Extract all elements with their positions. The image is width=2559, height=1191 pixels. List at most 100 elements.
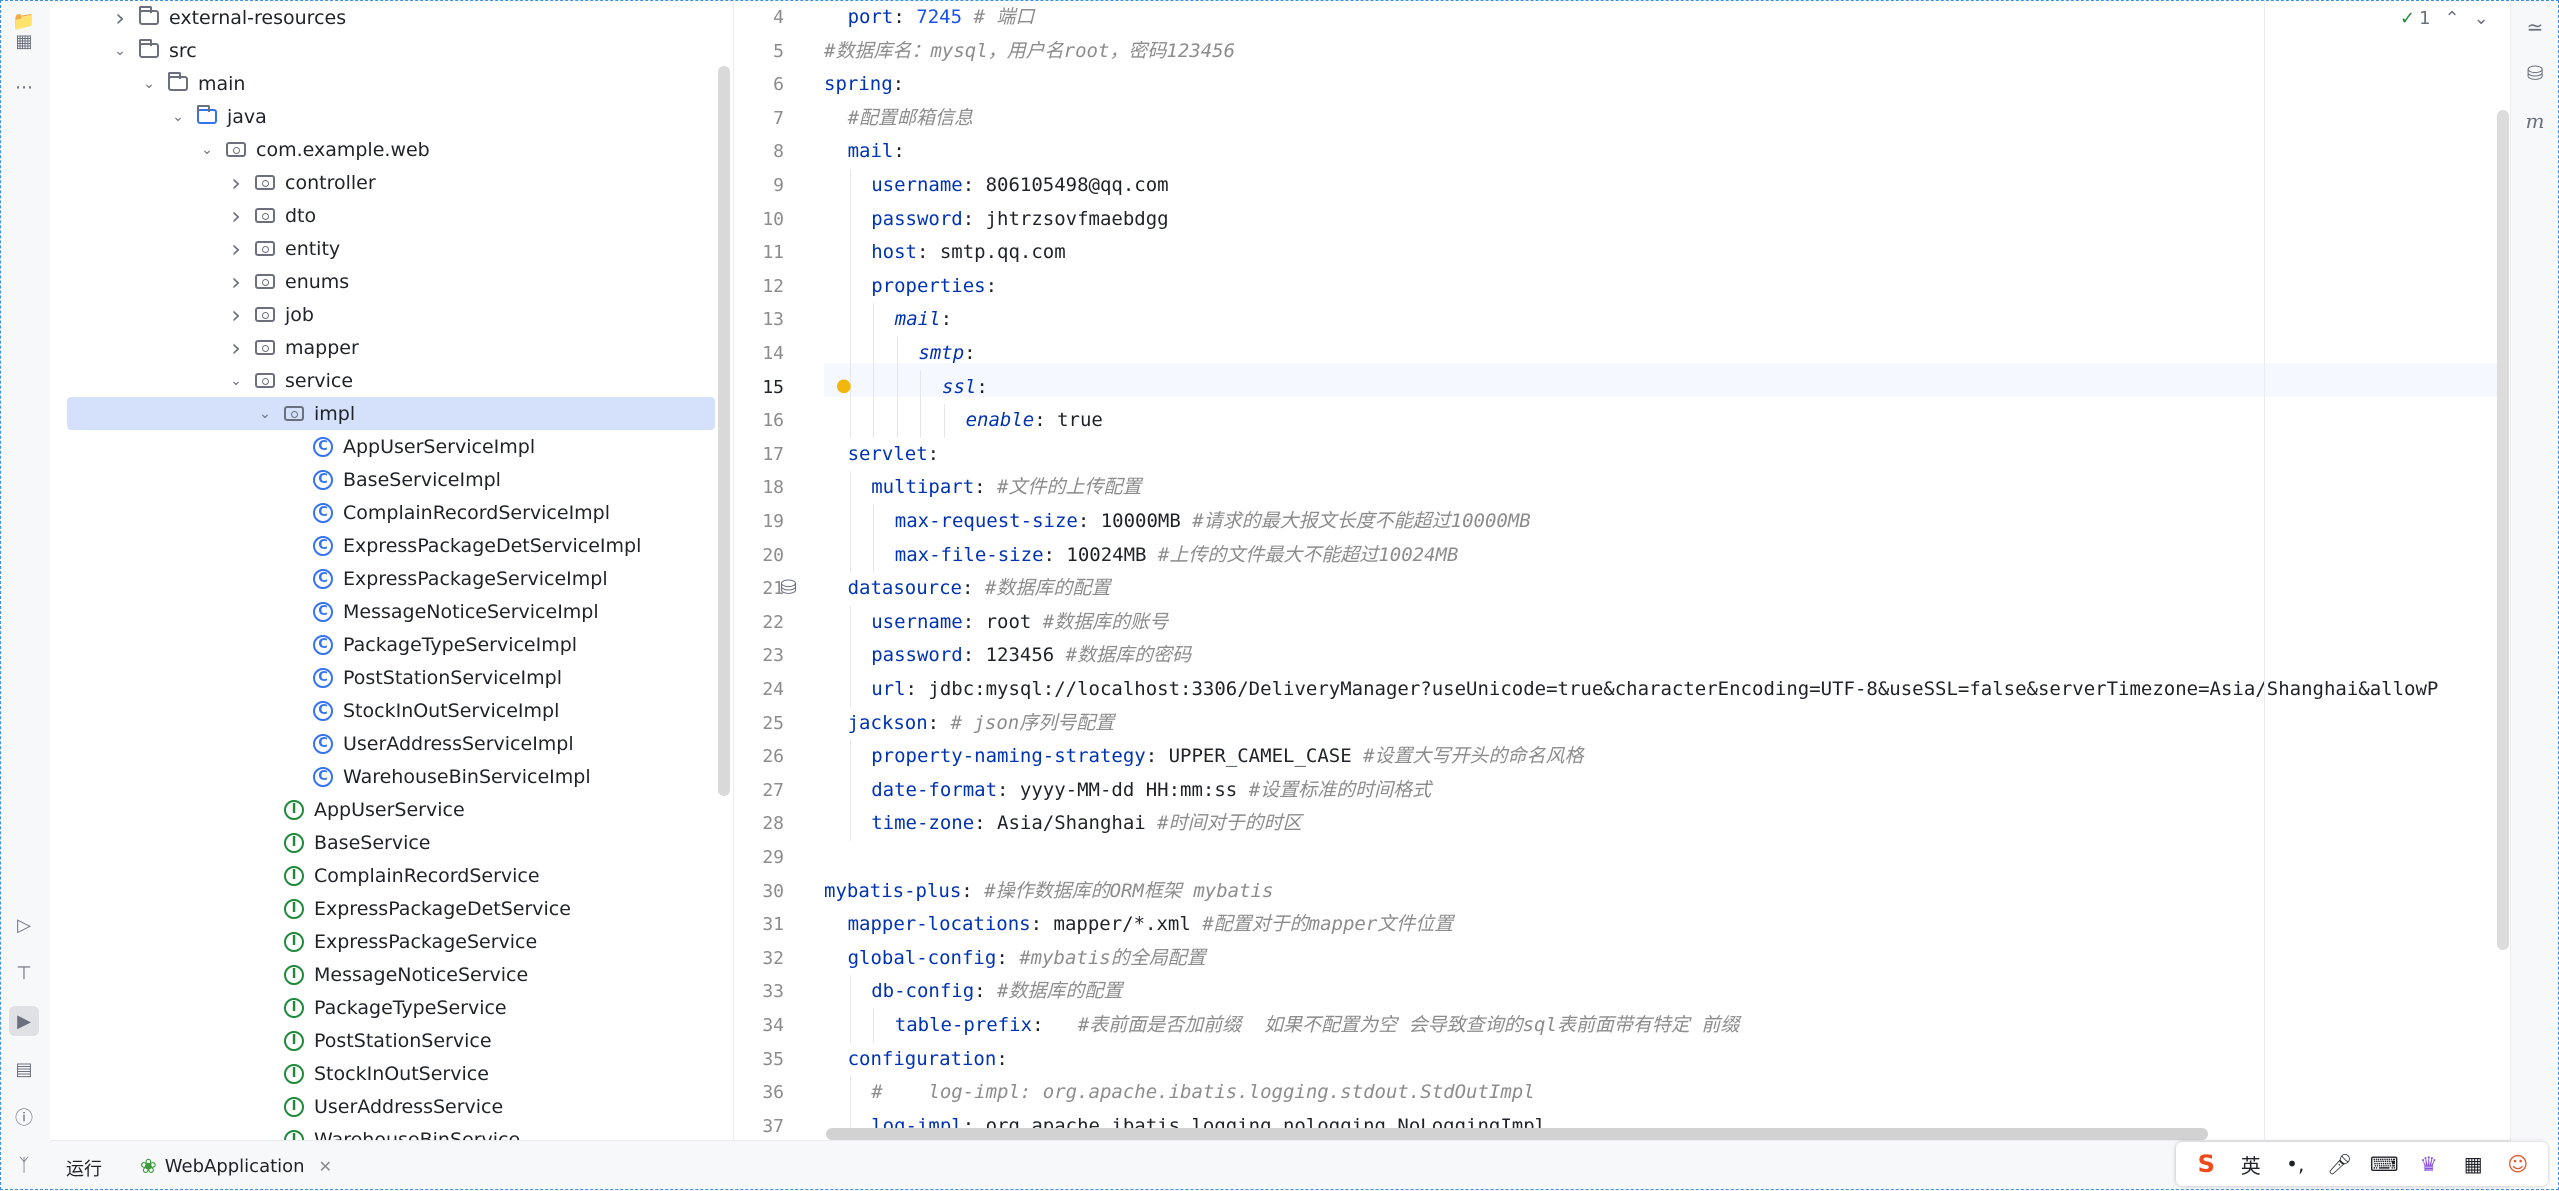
tree-node[interactable]: ⌄ impl xyxy=(67,397,715,430)
tree-node[interactable]: ⌄ service xyxy=(50,364,715,397)
tree-node[interactable]: ⌄ com.example.web xyxy=(50,133,715,166)
tree-node[interactable]: C ExpressPackageServiceImpl xyxy=(50,562,715,595)
code-line[interactable]: #数据库名：mysql，用户名root，密码123456 xyxy=(824,35,1235,68)
code-line[interactable]: mybatis-plus: #操作数据库的ORM框架 mybatis xyxy=(824,875,1273,908)
tree-node[interactable]: C ComplainRecordServiceImpl xyxy=(50,496,715,529)
toolbox-icon[interactable]: ▦ xyxy=(2458,1152,2488,1176)
tree-node[interactable]: I UserAddressService xyxy=(50,1090,715,1123)
ai-assistant-icon[interactable]: ≃ xyxy=(2520,12,2550,42)
code-line[interactable]: jackson: # json序列号配置 xyxy=(848,707,1115,740)
punctuation-icon[interactable]: •, xyxy=(2280,1152,2310,1176)
chevron-up-icon[interactable]: ⌃ xyxy=(2445,8,2460,29)
code-line[interactable]: max-file-size: 10024MB #上传的文件最大不能超过10024… xyxy=(895,539,1459,572)
tree-node[interactable]: I AppUserService xyxy=(50,793,715,826)
code-line[interactable]: enable: true xyxy=(966,404,1103,437)
tree-node[interactable]: C StockInOutServiceImpl xyxy=(50,694,715,727)
tree-node[interactable]: › entity xyxy=(50,232,715,265)
chevron-down-icon[interactable]: ⌄ xyxy=(2474,8,2489,29)
tree-node[interactable]: ⌄ src xyxy=(50,34,715,67)
code-line[interactable]: datasource: #数据库的配置 xyxy=(848,572,1111,605)
maven-icon[interactable]: m xyxy=(2520,106,2550,136)
code-line[interactable]: host: smtp.qq.com xyxy=(871,236,1065,269)
tree-node[interactable]: C PostStationServiceImpl xyxy=(50,661,715,694)
code-line[interactable]: mail: xyxy=(848,135,905,168)
run-services-icon[interactable]: ▷ xyxy=(9,910,39,940)
code-line[interactable]: port: 7245 # 端口 xyxy=(848,1,1035,34)
lightbulb-icon[interactable]: ● xyxy=(836,375,852,396)
tree-node[interactable]: C AppUserServiceImpl xyxy=(50,430,715,463)
close-icon[interactable]: ✕ xyxy=(319,1157,332,1176)
code-line[interactable]: date-format: yyyy-MM-dd HH:mm:ss #设置标准的时… xyxy=(871,774,1431,807)
code-line[interactable]: configuration: xyxy=(848,1043,1008,1076)
tree-node[interactable]: › controller xyxy=(50,166,715,199)
tree-node[interactable]: I BaseService xyxy=(50,826,715,859)
run-label[interactable]: 运行 xyxy=(66,1155,102,1181)
more-icon[interactable]: ⋯ xyxy=(9,72,39,102)
tree-node[interactable]: › dto xyxy=(50,199,715,232)
tree-node[interactable]: › job xyxy=(50,298,715,331)
chevron-right-icon[interactable]: › xyxy=(225,235,247,263)
microphone-icon[interactable]: 🎤︎ xyxy=(2325,1152,2355,1176)
code-line[interactable]: username: root #数据库的账号 xyxy=(871,606,1168,639)
sogou-logo-icon[interactable]: S xyxy=(2191,1150,2221,1178)
code-line[interactable]: global-config: #mybatis的全局配置 xyxy=(848,942,1206,975)
code-line[interactable]: time-zone: Asia/Shanghai #时间对于的时区 xyxy=(871,807,1301,840)
chevron-down-icon[interactable]: ⌄ xyxy=(225,370,247,392)
code-line[interactable]: ssl: xyxy=(942,371,988,404)
code-line[interactable]: #配置邮箱信息 xyxy=(848,102,973,135)
terminal-icon[interactable]: ▤ xyxy=(9,1054,39,1084)
code-line[interactable]: max-request-size: 10000MB #请求的最大报文长度不能超过… xyxy=(895,505,1531,538)
tree-node[interactable]: I WarehouseBinService xyxy=(50,1123,715,1140)
chevron-down-icon[interactable]: ⌄ xyxy=(167,106,189,128)
mascot-icon[interactable]: ☺ xyxy=(2503,1152,2533,1176)
tree-node[interactable]: C BaseServiceImpl xyxy=(50,463,715,496)
chevron-right-icon[interactable]: › xyxy=(225,301,247,329)
skin-icon[interactable]: ♛ xyxy=(2414,1152,2444,1176)
chevron-right-icon[interactable]: › xyxy=(225,202,247,230)
tree-node[interactable]: ⌄ main xyxy=(50,67,715,100)
chevron-right-icon[interactable]: › xyxy=(109,4,131,32)
chevron-down-icon[interactable]: ⌄ xyxy=(138,73,160,95)
code-line[interactable]: url: jdbc:mysql://localhost:3306/Deliver… xyxy=(871,673,2438,706)
tree-node[interactable]: › mapper xyxy=(50,331,715,364)
code-line[interactable]: username: 806105498@qq.com xyxy=(871,169,1168,202)
code-line[interactable]: mapper-locations: mapper/*.xml #配置对于的map… xyxy=(848,908,1454,941)
git-icon[interactable]: ᛉ xyxy=(9,1150,39,1180)
run-icon[interactable]: ▶ xyxy=(9,1006,39,1036)
tree-node[interactable]: C WarehouseBinServiceImpl xyxy=(50,760,715,793)
tree-node[interactable]: I ComplainRecordService xyxy=(50,859,715,892)
problems-icon[interactable]: ⓘ xyxy=(9,1102,39,1132)
tree-node[interactable]: I ExpressPackageService xyxy=(50,925,715,958)
tree-node[interactable]: C MessageNoticeServiceImpl xyxy=(50,595,715,628)
tree-node[interactable]: ⌄ java xyxy=(50,100,715,133)
inspection-widget[interactable]: ✓ 1 ⌃ ⌄ xyxy=(2400,8,2489,29)
code-line[interactable]: smtp: xyxy=(918,337,975,370)
editor-vertical-scrollbar[interactable] xyxy=(2497,110,2509,950)
tree-node[interactable]: I ExpressPackageDetService xyxy=(50,892,715,925)
editor-horizontal-scrollbar[interactable] xyxy=(826,1128,2208,1140)
chevron-right-icon[interactable]: › xyxy=(225,268,247,296)
chevron-down-icon[interactable]: ⌄ xyxy=(196,139,218,161)
code-line[interactable]: # log-impl: org.apache.ibatis.logging.st… xyxy=(871,1076,1534,1109)
keyboard-icon[interactable]: ⌨ xyxy=(2369,1152,2399,1176)
ime-language[interactable]: 英 xyxy=(2236,1150,2266,1179)
code-line[interactable]: spring: xyxy=(824,68,904,101)
chevron-right-icon[interactable]: › xyxy=(225,334,247,362)
code-line[interactable]: multipart: #文件的上传配置 xyxy=(871,471,1141,504)
code-line[interactable]: mail: xyxy=(895,303,952,336)
tree-node[interactable]: C UserAddressServiceImpl xyxy=(50,727,715,760)
code-line[interactable]: password: jhtrzsovfmaebdgg xyxy=(871,203,1168,236)
code-line[interactable]: password: 123456 #数据库的密码 xyxy=(871,639,1191,672)
code-line[interactable]: property-naming-strategy: UPPER_CAMEL_CA… xyxy=(871,740,1583,773)
database-icon[interactable]: ⛁ xyxy=(2520,58,2550,88)
code-line[interactable]: db-config: #数据库的配置 xyxy=(871,975,1122,1008)
structure-icon[interactable]: ▦ xyxy=(9,26,39,56)
tree-node[interactable]: I MessageNoticeService xyxy=(50,958,715,991)
code-editor[interactable]: port: 7245 # 端口 #数据库名：mysql，用户名root，密码123… xyxy=(824,0,2504,1140)
run-config-tab[interactable]: ❀ WebApplication ✕ xyxy=(140,1151,332,1181)
datasource-gutter-icon[interactable]: ⛁ xyxy=(780,575,797,599)
chevron-down-icon[interactable]: ⌄ xyxy=(109,40,131,62)
tree-node[interactable]: I StockInOutService xyxy=(50,1057,715,1090)
tree-node[interactable]: › external-resources xyxy=(50,1,715,34)
tree-node[interactable]: › enums xyxy=(50,265,715,298)
